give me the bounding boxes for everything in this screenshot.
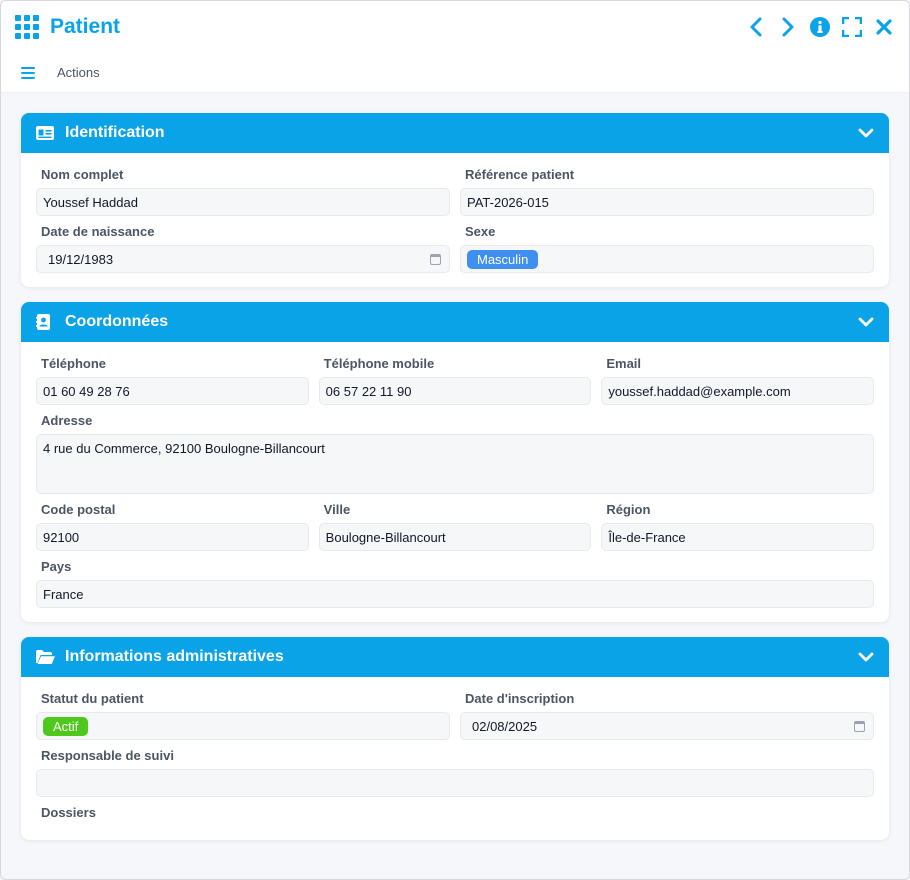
patient-window: Patient Actions Identification Nom compl…: [0, 0, 910, 880]
field-label: Nom complet: [41, 167, 124, 182]
title-bar: Patient: [1, 1, 909, 53]
field-label: Date de naissance: [41, 224, 155, 239]
chevron-down-icon[interactable]: [858, 128, 874, 138]
date-value: 02/08/2025: [472, 718, 538, 734]
calendar-icon[interactable]: [430, 254, 441, 265]
coordonnees-body: Téléphone 01 60 49 28 76 Téléphone mobil…: [21, 342, 889, 622]
close-icon[interactable]: [873, 16, 895, 38]
code-postal-field[interactable]: 92100: [36, 523, 309, 551]
coordonnees-section: Coordonnées Téléphone 01 60 49 28 76 Tél…: [21, 302, 889, 622]
field-label: Code postal: [41, 502, 116, 517]
calendar-icon[interactable]: [854, 721, 865, 732]
statut-badge: Actif: [43, 716, 89, 736]
responsable-suivi-field[interactable]: [36, 769, 874, 797]
pays-field[interactable]: France: [36, 580, 874, 608]
administratif-header[interactable]: Informations administratives: [21, 637, 889, 677]
telephone-field[interactable]: 01 60 49 28 76: [36, 377, 309, 405]
date-inscription-field[interactable]: 02/08/2025: [460, 712, 874, 740]
chevron-right-icon[interactable]: [777, 16, 799, 38]
coordonnees-header[interactable]: Coordonnées: [21, 302, 889, 342]
grid-icon[interactable]: [15, 15, 39, 39]
section-title: Informations administratives: [65, 648, 284, 665]
form-content: Identification Nom complet Youssef Hadda…: [1, 93, 909, 840]
window-title: Patient: [50, 15, 121, 38]
adresse-textarea[interactable]: 4 rue du Commerce, 92100 Boulogne-Billan…: [36, 434, 874, 494]
chevron-left-icon[interactable]: [745, 16, 767, 38]
actions-menu[interactable]: Actions: [57, 65, 100, 80]
administratif-section: Informations administratives Statut du p…: [21, 637, 889, 840]
field-label: Sexe: [465, 224, 496, 239]
section-title: Identification: [65, 124, 165, 141]
date-naissance-field[interactable]: 19/12/1983: [36, 245, 450, 273]
identification-body: Nom complet Youssef Haddad Référence pat…: [21, 153, 889, 287]
window-actions: [745, 16, 895, 38]
field-label: Adresse: [41, 413, 93, 428]
hamburger-icon[interactable]: [21, 66, 35, 79]
email-field[interactable]: youssef.haddad@example.com: [601, 377, 875, 405]
id-card-icon: [36, 126, 56, 140]
field-label: Référence patient: [465, 167, 575, 182]
field-label: Statut du patient: [41, 691, 144, 706]
section-title: Coordonnées: [65, 313, 169, 330]
identification-header[interactable]: Identification: [21, 113, 889, 153]
field-label: Date d'inscription: [465, 691, 575, 706]
sexe-badge: Masculin: [467, 249, 539, 269]
info-icon[interactable]: [809, 16, 831, 38]
nom-complet-field[interactable]: Youssef Haddad: [36, 188, 450, 216]
administratif-body: Statut du patient Actif Date d'inscripti…: [21, 677, 889, 840]
date-value: 19/12/1983: [48, 251, 114, 267]
field-label: Région: [606, 502, 651, 517]
field-label: Pays: [41, 559, 72, 574]
chevron-down-icon[interactable]: [858, 317, 874, 327]
chevron-down-icon[interactable]: [858, 652, 874, 662]
field-label: Email: [606, 356, 642, 371]
statut-field[interactable]: Actif: [36, 712, 450, 740]
identification-section: Identification Nom complet Youssef Hadda…: [21, 113, 889, 287]
folder-open-icon: [36, 650, 56, 664]
field-label: Dossiers: [41, 805, 96, 820]
telephone-mobile-field[interactable]: 06 57 22 11 90: [318, 377, 592, 405]
field-label: Téléphone mobile: [323, 356, 435, 371]
contact-book-icon: [36, 314, 56, 330]
fullscreen-icon[interactable]: [841, 16, 863, 38]
region-field[interactable]: Île-de-France: [601, 523, 875, 551]
field-label: Responsable de suivi: [41, 748, 174, 763]
reference-patient-field[interactable]: PAT-2026-015: [460, 188, 874, 216]
field-label: Téléphone: [41, 356, 107, 371]
ville-field[interactable]: Boulogne-Billancourt: [318, 523, 592, 551]
field-label: Ville: [323, 502, 351, 517]
actions-toolbar: Actions: [1, 53, 909, 93]
sexe-field[interactable]: Masculin: [460, 245, 874, 273]
